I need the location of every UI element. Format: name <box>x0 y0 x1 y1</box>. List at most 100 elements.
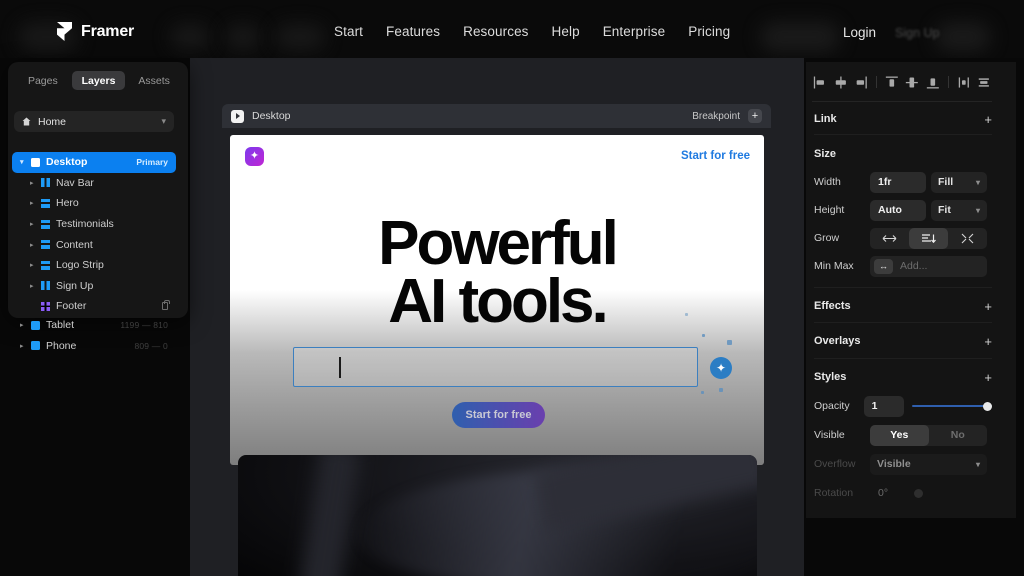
primary-badge: Primary <box>136 157 168 168</box>
section-overlays[interactable]: Overlays + <box>814 333 992 349</box>
grow-vertical-icon[interactable] <box>909 227 948 249</box>
preview-top-cta[interactable]: Start for free <box>681 150 750 162</box>
opacity-slider[interactable] <box>912 396 992 417</box>
disclosure-triangle-icon[interactable]: ▸ <box>30 220 41 228</box>
preview-hero-image <box>238 455 757 576</box>
play-icon[interactable] <box>231 109 244 123</box>
frame-icon <box>31 320 40 330</box>
layer-row-desktop[interactable]: ▾ Desktop Primary <box>12 152 176 173</box>
layer-row-footer[interactable]: Footer <box>12 296 176 317</box>
add-overlay-button[interactable]: + <box>984 335 992 348</box>
min-max-label: Min Max <box>814 260 854 272</box>
overflow-select[interactable]: Visible ▾ <box>870 453 987 475</box>
nav-item-pricing[interactable]: Pricing <box>688 24 730 39</box>
height-input[interactable]: Auto <box>870 199 926 221</box>
preview-sparkle-button[interactable]: ✦ <box>710 357 732 379</box>
toolbar-separator <box>875 76 877 88</box>
layer-row-tablet[interactable]: ▸ Tablet 1199 — 810 <box>12 315 176 336</box>
section-link[interactable]: Link + <box>814 111 992 127</box>
width-input[interactable]: 1fr <box>870 171 926 193</box>
visible-no-option[interactable]: No <box>929 425 988 446</box>
breakpoint-label: Breakpoint <box>692 110 740 122</box>
framer-logo-icon <box>57 22 72 41</box>
nav-item-resources[interactable]: Resources <box>463 24 528 39</box>
disclosure-triangle-icon[interactable]: ▸ <box>20 321 31 329</box>
disclosure-triangle-icon[interactable]: ▸ <box>30 179 41 187</box>
tab-assets[interactable]: Assets <box>127 71 181 90</box>
align-left-icon[interactable] <box>812 74 828 91</box>
add-breakpoint-button[interactable]: + <box>748 109 762 123</box>
nav-item-enterprise[interactable]: Enterprise <box>603 24 666 39</box>
opacity-input[interactable]: 1 <box>863 395 905 417</box>
align-center-vertical-icon[interactable] <box>904 74 920 91</box>
distribute-horizontal-icon[interactable] <box>956 74 972 91</box>
section-styles[interactable]: Styles + <box>814 369 992 385</box>
preview-headline: Powerful AI tools. <box>230 213 764 332</box>
grow-horizontal-icon[interactable] <box>870 228 909 249</box>
frame-header-right: Breakpoint + <box>692 109 762 123</box>
add-style-button[interactable]: + <box>984 371 992 384</box>
layer-label: Footer <box>56 300 87 313</box>
section-effects[interactable]: Effects + <box>814 298 992 314</box>
layer-row-phone[interactable]: ▸ Phone 809 — 0 <box>12 336 176 357</box>
height-mode-select[interactable]: Fit ▾ <box>931 199 987 221</box>
sparkle-icon: ✦ <box>245 147 264 166</box>
visible-yes-option[interactable]: Yes <box>870 424 929 446</box>
tab-pages[interactable]: Pages <box>16 71 70 90</box>
chevron-down-icon: ▾ <box>975 459 980 469</box>
layer-row-testimonials[interactable]: ▸ Testimonials <box>12 214 176 235</box>
nav-item-help[interactable]: Help <box>552 24 580 39</box>
disclosure-triangle-icon[interactable]: ▾ <box>20 158 31 166</box>
align-center-horizontal-icon[interactable] <box>833 74 849 91</box>
rotation-value[interactable]: 0° <box>870 487 914 499</box>
breakpoint-list: ▸ Tablet 1199 — 810 ▸ Phone 809 — 0 <box>12 315 176 356</box>
align-right-icon[interactable] <box>853 74 869 91</box>
chevron-down-icon: ▾ <box>975 177 980 187</box>
slider-track <box>912 405 992 407</box>
disclosure-triangle-icon[interactable]: ▸ <box>30 199 41 207</box>
arrows-horizontal-icon: ↔ <box>874 258 893 274</box>
visible-label: Visible <box>814 429 845 441</box>
signup-link[interactable]: Sign Up <box>895 26 939 40</box>
nav-item-features[interactable]: Features <box>386 24 440 39</box>
add-effect-button[interactable]: + <box>984 300 992 313</box>
panel-tabs: Pages Layers Assets <box>16 71 181 90</box>
section-title: Size <box>814 148 837 160</box>
grow-free-icon[interactable] <box>948 228 987 249</box>
overflow-value: Visible <box>877 458 911 470</box>
layer-row-logo-strip[interactable]: ▸ Logo Strip <box>12 255 176 276</box>
frame-header[interactable]: Desktop Breakpoint + <box>222 104 771 128</box>
layer-row-hero[interactable]: ▸ Hero <box>12 193 176 214</box>
layer-row-sign-up[interactable]: ▸ Sign Up <box>12 276 176 297</box>
tab-layers[interactable]: Layers <box>71 71 126 90</box>
columns-icon <box>41 281 50 291</box>
distribute-vertical-icon[interactable] <box>976 74 992 91</box>
preview-text-input[interactable] <box>293 347 698 387</box>
frame-icon <box>31 341 40 351</box>
width-mode-select[interactable]: Fill ▾ <box>931 171 987 193</box>
disclosure-triangle-icon[interactable]: ▸ <box>30 241 41 249</box>
min-max-field[interactable]: ↔ Add... <box>870 255 987 277</box>
disclosure-triangle-icon[interactable]: ▸ <box>20 342 31 350</box>
layer-label: Tablet <box>46 319 75 332</box>
align-top-icon[interactable] <box>884 74 900 91</box>
lock-icon[interactable] <box>162 299 170 311</box>
row-height: Height Auto Fit ▾ <box>814 199 992 221</box>
rotation-handle[interactable] <box>914 488 923 498</box>
login-link[interactable]: Login <box>843 25 876 40</box>
layer-row-nav-bar[interactable]: ▸ Nav Bar <box>12 173 176 194</box>
grow-segmented-control <box>870 227 987 249</box>
blur-blob <box>225 24 261 50</box>
website-preview[interactable]: ✦ Start for free Powerful AI tools. ✦ St… <box>230 135 764 465</box>
preview-primary-button[interactable]: Start for free <box>452 402 545 428</box>
add-link-button[interactable]: + <box>984 113 992 126</box>
slider-knob[interactable] <box>983 401 992 411</box>
page-selector[interactable]: Home ▾ <box>14 111 174 132</box>
framer-logo[interactable]: Framer <box>57 22 134 41</box>
disclosure-triangle-icon[interactable]: ▸ <box>30 282 41 290</box>
nav-item-start[interactable]: Start <box>334 24 363 39</box>
brand-name: Framer <box>81 22 135 40</box>
layer-row-content[interactable]: ▸ Content <box>12 234 176 255</box>
align-bottom-icon[interactable] <box>925 74 941 91</box>
disclosure-triangle-icon[interactable]: ▸ <box>30 261 41 269</box>
